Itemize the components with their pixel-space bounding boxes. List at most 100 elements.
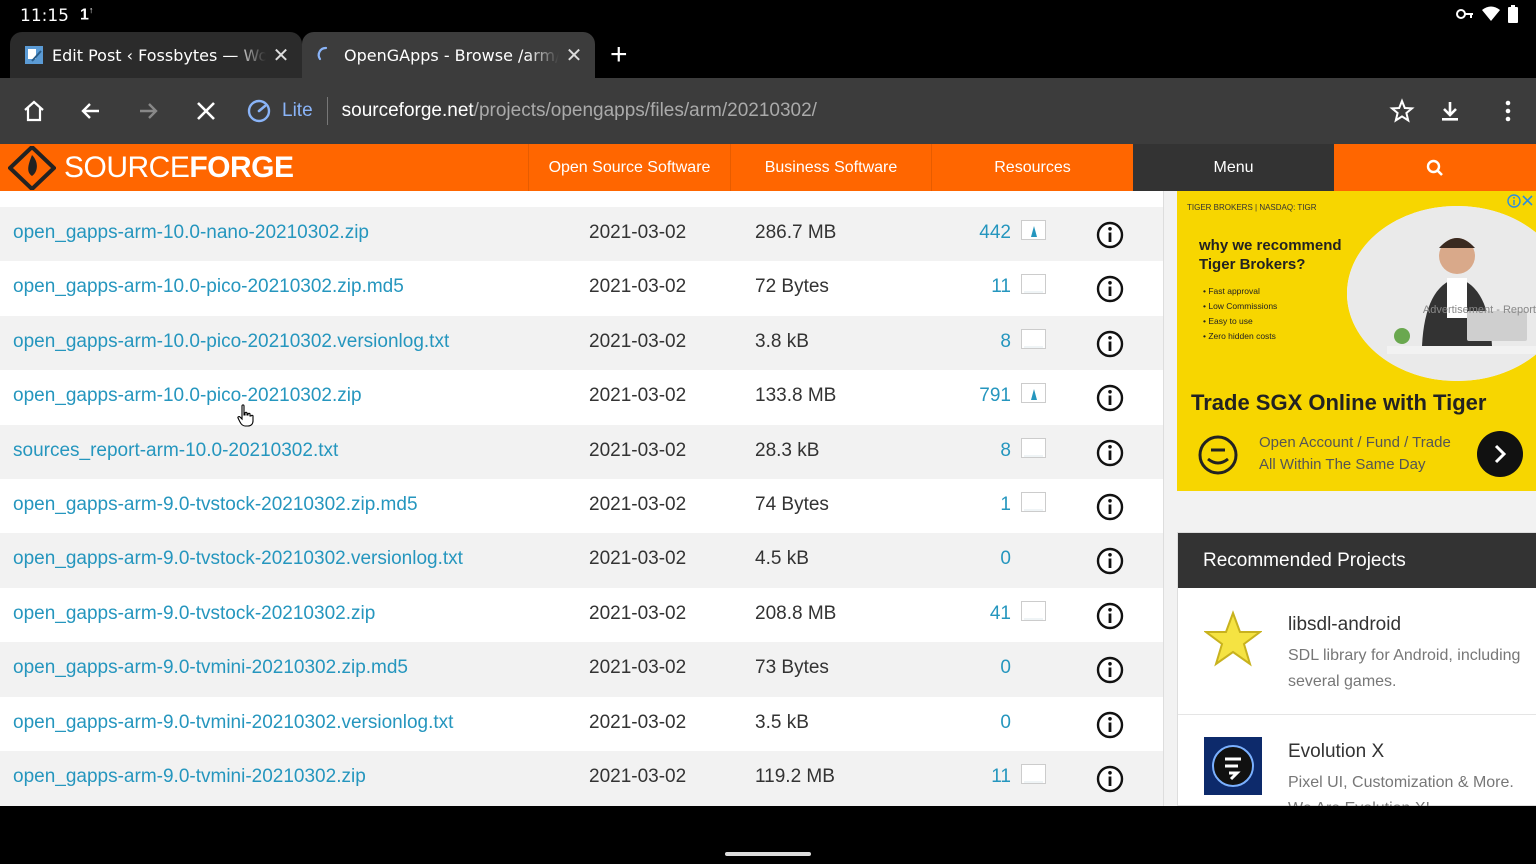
nav-business-software[interactable]: Business Software bbox=[730, 144, 931, 191]
file-size: 72 Bytes bbox=[755, 276, 829, 298]
ad-go-button[interactable] bbox=[1477, 431, 1523, 477]
file-link[interactable]: open_gapps-arm-10.0-pico-20210302.zip.md… bbox=[13, 276, 404, 298]
file-size: 208.8 MB bbox=[755, 602, 837, 624]
file-row: open_gapps-arm-9.0-tvmini-20210302.zip.m… bbox=[0, 642, 1163, 697]
back-button[interactable] bbox=[71, 91, 111, 131]
tab-edit-post[interactable]: Edit Post ‹ Fossbytes — WordPress ✕ bbox=[10, 32, 302, 78]
file-date: 2021-03-02 bbox=[589, 276, 687, 298]
file-row: sources_report-arm-10.0-20210302.txt 2021… bbox=[0, 424, 1163, 479]
download-count[interactable]: 442 bbox=[979, 222, 1011, 244]
file-row: open_gapps-arm-9.0-tvstock-20210302.vers… bbox=[0, 533, 1163, 588]
ad-headline: Trade SGX Online with Tiger bbox=[1191, 390, 1487, 415]
bookmark-button[interactable] bbox=[1382, 91, 1422, 131]
menu-button[interactable]: Menu bbox=[1133, 144, 1334, 191]
forward-button[interactable] bbox=[128, 91, 168, 131]
info-icon[interactable] bbox=[1096, 384, 1124, 412]
file-link[interactable]: open_gapps-arm-10.0-pico-20210302.versio… bbox=[13, 331, 449, 353]
file-date: 2021-03-02 bbox=[589, 548, 687, 570]
advertisement[interactable]: TIGER BROKERS | NASDAQ: TIGR why we reco… bbox=[1177, 191, 1536, 491]
address-bar[interactable]: Lite sourceforge.net/projects/opengapps/… bbox=[236, 86, 1536, 136]
info-icon[interactable] bbox=[1096, 439, 1124, 467]
file-link[interactable]: open_gapps-arm-9.0-tvmini-20210302.zip.m… bbox=[13, 657, 408, 679]
nav-resources[interactable]: Resources bbox=[931, 144, 1133, 191]
project-description: SDL library for Android, including sever… bbox=[1288, 647, 1521, 690]
star-logo-icon bbox=[1204, 610, 1262, 667]
info-icon[interactable] bbox=[1096, 711, 1124, 739]
omnibox-divider bbox=[326, 97, 328, 125]
file-date: 2021-03-02 bbox=[589, 602, 687, 624]
file-link[interactable]: open_gapps-arm-10.0-nano-20210302.zip bbox=[13, 222, 369, 244]
nav-open-source-software[interactable]: Open Source Software bbox=[528, 144, 730, 191]
stop-loading-button[interactable] bbox=[186, 91, 226, 131]
back-arrow-icon bbox=[81, 103, 99, 119]
ad-brand: TIGER BROKERS | NASDAQ: TIGR bbox=[1187, 203, 1317, 212]
file-link[interactable]: open_gapps-arm-9.0-tvstock-20210302.vers… bbox=[13, 548, 463, 570]
ad-info-icon bbox=[1507, 194, 1533, 208]
download-count[interactable]: 1 bbox=[1000, 494, 1011, 516]
tab-title: Edit Post ‹ Fossbytes — WordPress bbox=[52, 45, 266, 65]
download-count[interactable]: 11 bbox=[991, 766, 1011, 788]
sidebar: TIGER BROKERS | NASDAQ: TIGR why we reco… bbox=[1163, 191, 1536, 806]
project-name: Evolution X bbox=[1288, 741, 1385, 762]
file-date: 2021-03-02 bbox=[589, 711, 687, 733]
file-size: 4.5 kB bbox=[755, 548, 809, 570]
download-sparkline bbox=[1021, 383, 1046, 404]
file-link[interactable]: open_gapps-arm-9.0-tvstock-20210302.zip bbox=[13, 603, 375, 625]
info-icon[interactable] bbox=[1096, 656, 1124, 684]
file-size: 73 Bytes bbox=[755, 657, 829, 679]
tab-close-button[interactable]: ✕ bbox=[266, 43, 296, 68]
battery-icon bbox=[1508, 5, 1518, 23]
download-count[interactable]: 41 bbox=[990, 603, 1011, 625]
info-icon[interactable] bbox=[1096, 493, 1124, 521]
file-row: open_gapps-arm-10.0-nano-20210302.zip 202… bbox=[0, 207, 1163, 262]
download-count[interactable]: 8 bbox=[1000, 331, 1011, 353]
home-gesture-handle[interactable] bbox=[725, 852, 811, 856]
info-icon[interactable] bbox=[1096, 602, 1124, 630]
file-row: open_gapps-arm-10.0-pico-20210302.versio… bbox=[0, 315, 1163, 371]
tab-close-button[interactable]: ✕ bbox=[559, 43, 589, 68]
file-link[interactable]: open_gapps-arm-9.0-tvmini-20210302.zip bbox=[13, 766, 366, 788]
download-button[interactable] bbox=[1430, 91, 1470, 131]
file-link[interactable]: open_gapps-arm-9.0-tvmini-20210302.versi… bbox=[13, 712, 453, 734]
ad-report-note[interactable]: Advertisement - Report bbox=[1176, 304, 1536, 316]
file-row: open_gapps-arm-10.0-pico-20210302.zip.md… bbox=[0, 261, 1163, 316]
ad-choices[interactable] bbox=[1507, 193, 1535, 214]
info-icon[interactable] bbox=[1096, 330, 1124, 358]
download-count[interactable]: 0 bbox=[1000, 657, 1011, 679]
close-icon bbox=[197, 102, 215, 120]
lite-mode-label: Lite bbox=[282, 100, 313, 121]
search-button[interactable] bbox=[1334, 144, 1536, 191]
tab-opengapps[interactable]: OpenGApps - Browse /arm/20210302 ✕ bbox=[302, 32, 595, 78]
ad-question: why we recommend Tiger Brokers? bbox=[1199, 237, 1342, 273]
ad-subtext: Open Account / Fund / Trade All Within Th… bbox=[1259, 434, 1451, 473]
file-link[interactable]: sources_report-arm-10.0-20210302.txt bbox=[13, 440, 338, 462]
download-sparkline bbox=[1021, 220, 1046, 240]
file-size: 286.7 MB bbox=[755, 222, 837, 243]
project-card[interactable]: Evolution X Pixel UI, Customization & Mo… bbox=[1178, 715, 1536, 806]
download-count[interactable]: 0 bbox=[1000, 548, 1011, 570]
file-size: 119.2 MB bbox=[755, 765, 835, 787]
download-count[interactable]: 11 bbox=[991, 276, 1011, 298]
download-count[interactable]: 8 bbox=[1000, 440, 1011, 462]
hand-cursor-icon bbox=[237, 404, 254, 427]
info-icon[interactable] bbox=[1096, 275, 1124, 303]
sourceforge-logo-icon bbox=[8, 146, 56, 190]
more-vert-icon bbox=[1505, 100, 1511, 122]
download-count[interactable]: 791 bbox=[979, 385, 1011, 407]
new-tab-button[interactable]: + bbox=[610, 38, 628, 72]
ad-photo bbox=[1347, 206, 1536, 381]
download-count[interactable]: 0 bbox=[1000, 712, 1011, 734]
file-link[interactable]: open_gapps-arm-9.0-tvstock-20210302.zip.… bbox=[13, 494, 418, 516]
sourceforge-logo[interactable]: SOURCEFORGE bbox=[8, 146, 294, 190]
download-sparkline bbox=[1021, 437, 1046, 458]
file-link[interactable]: open_gapps-arm-10.0-pico-20210302.zip bbox=[13, 385, 362, 407]
home-button[interactable] bbox=[14, 91, 54, 131]
file-date: 2021-03-02 bbox=[589, 439, 687, 461]
info-icon[interactable] bbox=[1096, 221, 1124, 249]
file-row: open_gapps-arm-9.0-tvmini-20210302.versi… bbox=[0, 696, 1163, 751]
file-date: 2021-03-02 bbox=[589, 657, 687, 679]
overflow-menu-button[interactable] bbox=[1488, 91, 1528, 131]
project-card[interactable]: libsdl-android SDL library for Android, … bbox=[1178, 588, 1536, 715]
info-icon[interactable] bbox=[1096, 765, 1124, 793]
info-icon[interactable] bbox=[1096, 547, 1124, 575]
